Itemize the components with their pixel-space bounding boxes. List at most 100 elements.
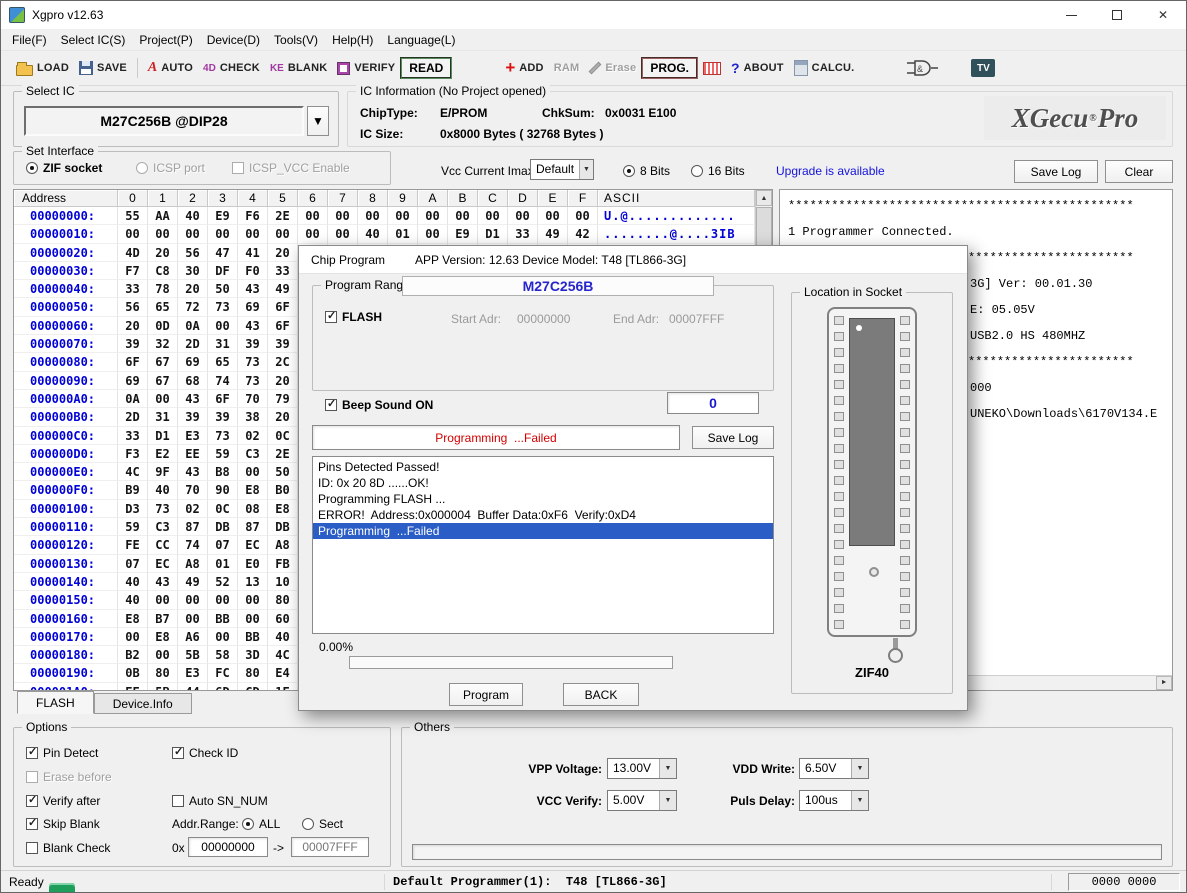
hex-byte[interactable]: 00 bbox=[148, 225, 178, 243]
hex-byte[interactable]: AA bbox=[148, 207, 178, 225]
hex-byte[interactable]: E3 bbox=[178, 664, 208, 682]
hex-byte[interactable]: BB bbox=[238, 628, 268, 646]
close-button[interactable] bbox=[1140, 1, 1186, 29]
hex-byte[interactable]: DB bbox=[268, 518, 298, 536]
tab-flash[interactable]: FLASH bbox=[17, 691, 94, 714]
hex-byte[interactable]: DB bbox=[208, 518, 238, 536]
hex-byte[interactable]: 2C bbox=[268, 353, 298, 371]
hex-byte[interactable]: 70 bbox=[238, 390, 268, 408]
hex-byte[interactable]: D1 bbox=[148, 427, 178, 445]
hex-byte[interactable]: D3 bbox=[118, 500, 148, 518]
hex-byte[interactable]: E8 bbox=[118, 610, 148, 628]
hex-byte[interactable]: 3D bbox=[238, 646, 268, 664]
hex-byte[interactable]: 00 bbox=[358, 207, 388, 225]
hex-byte[interactable]: 49 bbox=[268, 280, 298, 298]
hex-byte[interactable]: 2D bbox=[118, 408, 148, 426]
hex-byte[interactable]: 00 bbox=[508, 207, 538, 225]
addr-range-all-radio[interactable]: ALL bbox=[242, 817, 280, 831]
hex-byte[interactable]: 69 bbox=[238, 298, 268, 316]
hex-byte[interactable]: 20 bbox=[268, 408, 298, 426]
hex-byte[interactable]: 00 bbox=[208, 591, 238, 609]
hex-byte[interactable]: 9F bbox=[148, 463, 178, 481]
hex-byte[interactable]: B2 bbox=[118, 646, 148, 664]
hex-byte[interactable]: 00 bbox=[178, 591, 208, 609]
hex-ascii[interactable]: ........@....3IB bbox=[598, 225, 755, 243]
hex-byte[interactable]: 39 bbox=[268, 335, 298, 353]
check-button[interactable]: 4D CHECK bbox=[198, 54, 265, 82]
hex-byte[interactable]: 00 bbox=[478, 207, 508, 225]
auto-button[interactable]: A AUTO bbox=[143, 54, 198, 82]
hex-byte[interactable]: 00 bbox=[238, 591, 268, 609]
hex-byte[interactable]: EC bbox=[238, 536, 268, 554]
hex-byte[interactable]: E2 bbox=[148, 445, 178, 463]
hex-byte[interactable]: 0D bbox=[148, 317, 178, 335]
read-button[interactable]: READ bbox=[400, 57, 452, 79]
hex-byte[interactable]: 50 bbox=[268, 463, 298, 481]
dialog-log-line[interactable]: ERROR! Address:0x000004 Buffer Data:0xF6… bbox=[313, 507, 773, 523]
hex-byte[interactable]: 5B bbox=[148, 683, 178, 691]
hex-byte[interactable]: 58 bbox=[208, 646, 238, 664]
hex-byte[interactable]: B0 bbox=[268, 481, 298, 499]
hex-byte[interactable]: 73 bbox=[148, 500, 178, 518]
hex-byte[interactable]: 33 bbox=[268, 262, 298, 280]
bits-16-radio[interactable]: 16 Bits bbox=[691, 164, 745, 178]
hex-byte[interactable]: 43 bbox=[178, 390, 208, 408]
hex-byte[interactable]: 33 bbox=[508, 225, 538, 243]
hex-byte[interactable]: 00 bbox=[418, 225, 448, 243]
hex-byte[interactable]: 70 bbox=[178, 481, 208, 499]
hex-byte[interactable]: F7 bbox=[118, 262, 148, 280]
hex-byte[interactable]: 6F bbox=[118, 353, 148, 371]
hex-byte[interactable]: 49 bbox=[538, 225, 568, 243]
hex-byte[interactable]: 42 bbox=[568, 225, 598, 243]
hex-byte[interactable]: 02 bbox=[238, 427, 268, 445]
zif-socket-radio[interactable]: ZIF socket bbox=[26, 161, 102, 175]
menu-device[interactable]: Device(D) bbox=[200, 29, 267, 50]
hex-byte[interactable]: 72 bbox=[178, 298, 208, 316]
hex-byte[interactable]: C8 bbox=[148, 262, 178, 280]
hex-byte[interactable]: 6F bbox=[268, 317, 298, 335]
hex-byte[interactable]: F0 bbox=[238, 262, 268, 280]
hex-byte[interactable]: 00 bbox=[148, 646, 178, 664]
hex-byte[interactable]: 30 bbox=[178, 262, 208, 280]
hex-byte[interactable]: 52 bbox=[208, 573, 238, 591]
logic-gate-button[interactable]: & bbox=[899, 54, 945, 82]
hex-byte[interactable]: 10 bbox=[268, 573, 298, 591]
hex-byte[interactable]: 6F bbox=[208, 390, 238, 408]
hex-byte[interactable]: C3 bbox=[148, 518, 178, 536]
hex-byte[interactable]: 20 bbox=[178, 280, 208, 298]
hex-byte[interactable]: 31 bbox=[148, 408, 178, 426]
hex-byte[interactable]: 50 bbox=[208, 280, 238, 298]
hex-byte[interactable]: 00 bbox=[328, 207, 358, 225]
hex-byte[interactable]: 6D bbox=[208, 683, 238, 691]
hex-byte[interactable]: 39 bbox=[118, 335, 148, 353]
hex-byte[interactable]: 0A bbox=[178, 317, 208, 335]
hex-byte[interactable]: 40 bbox=[118, 573, 148, 591]
hex-byte[interactable]: E8 bbox=[268, 500, 298, 518]
hex-byte[interactable]: 00 bbox=[118, 225, 148, 243]
hex-byte[interactable]: 00 bbox=[418, 207, 448, 225]
hex-byte[interactable]: 41 bbox=[238, 244, 268, 262]
dialog-log-line[interactable]: Programming ...Failed bbox=[313, 523, 773, 539]
hex-byte[interactable]: 02 bbox=[178, 500, 208, 518]
hex-byte[interactable]: D1 bbox=[478, 225, 508, 243]
hex-byte[interactable]: 01 bbox=[208, 555, 238, 573]
hex-byte[interactable]: 56 bbox=[178, 244, 208, 262]
save-log-button[interactable]: Save Log bbox=[1014, 160, 1098, 183]
dialog-log-line[interactable]: ID: 0x 20 8D ......OK! bbox=[313, 475, 773, 491]
vcc-current-select[interactable]: Default bbox=[530, 159, 594, 180]
minimize-button[interactable] bbox=[1048, 1, 1094, 29]
hex-byte[interactable]: 00 bbox=[118, 628, 148, 646]
range-from-input[interactable]: 00000000 bbox=[188, 837, 268, 857]
hex-byte[interactable]: 4D bbox=[118, 244, 148, 262]
scroll-right-icon[interactable] bbox=[1156, 676, 1172, 690]
hex-byte[interactable]: C3 bbox=[238, 445, 268, 463]
beep-sound-checkbox[interactable]: Beep Sound ON bbox=[325, 398, 433, 412]
hex-byte[interactable]: 49 bbox=[178, 573, 208, 591]
hex-byte[interactable]: 1E bbox=[268, 683, 298, 691]
dialog-log-line[interactable]: Programming FLASH ... bbox=[313, 491, 773, 507]
hex-byte[interactable]: 59 bbox=[208, 445, 238, 463]
hex-byte[interactable]: 87 bbox=[178, 518, 208, 536]
check-id-checkbox[interactable]: Check ID bbox=[172, 746, 238, 760]
hex-byte[interactable]: B7 bbox=[148, 610, 178, 628]
hex-byte[interactable]: 74 bbox=[178, 536, 208, 554]
